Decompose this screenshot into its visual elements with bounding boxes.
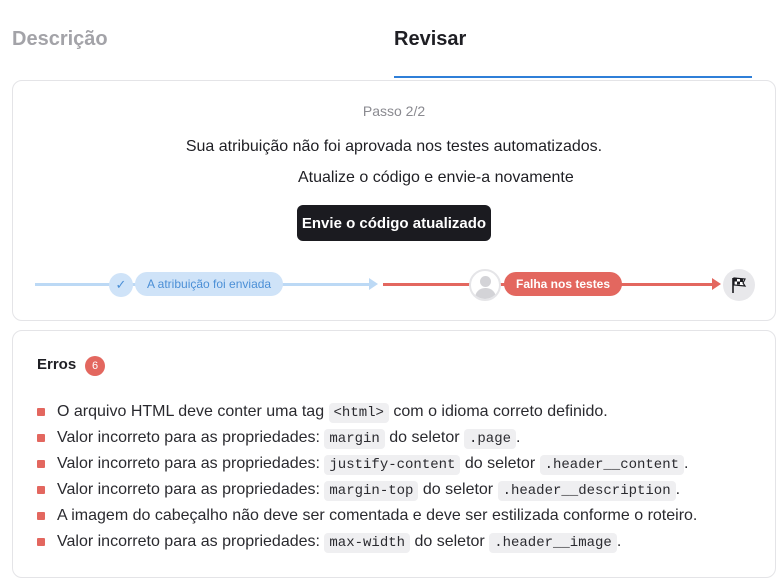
code-snippet: .header__description xyxy=(497,481,676,501)
error-item: O arquivo HTML deve conter uma tag <html… xyxy=(37,402,697,428)
progress-arrow-submitted xyxy=(369,278,378,290)
progress-arrow-failed xyxy=(712,278,721,290)
bullet-icon xyxy=(37,460,45,468)
error-text: Valor incorreto para as propriedades: xyxy=(57,455,325,472)
error-text: Valor incorreto para as propriedades: xyxy=(57,429,325,446)
error-item: A imagem do cabeçalho não deve ser comen… xyxy=(37,506,697,532)
error-list: O arquivo HTML deve conter uma tag <html… xyxy=(37,402,697,558)
error-text: do seletor xyxy=(460,455,540,472)
error-text: . xyxy=(616,533,622,550)
tab-bar: Descrição Revisar xyxy=(0,0,779,80)
submitted-badge: A atribuição foi enviada xyxy=(135,272,284,296)
checkered-flag-icon xyxy=(723,269,755,301)
bullet-icon xyxy=(37,538,45,546)
error-item: Valor incorreto para as propriedades: ma… xyxy=(37,532,697,558)
error-text: A imagem do cabeçalho não deve ser comen… xyxy=(57,507,698,524)
error-text: Valor incorreto para as propriedades: xyxy=(57,481,325,498)
submit-updated-code-button[interactable]: Envie o código atualizado xyxy=(297,205,491,241)
bullet-icon xyxy=(37,434,45,442)
code-snippet: justify-content xyxy=(324,455,461,475)
status-instruction: Atualize o código e envie-a novamente xyxy=(298,169,574,186)
check-icon: ✓ xyxy=(109,273,133,297)
bullet-icon xyxy=(37,408,45,416)
bullet-icon xyxy=(37,512,45,520)
error-text: do seletor xyxy=(418,481,498,498)
failed-tests-badge: Falha nos testes xyxy=(504,272,623,296)
active-tab-indicator xyxy=(394,76,752,78)
code-snippet: .header__image xyxy=(489,533,617,553)
code-snippet: <html> xyxy=(328,403,389,423)
tab-description[interactable]: Descrição xyxy=(12,28,108,51)
error-text: do seletor xyxy=(384,429,464,446)
code-snippet: margin xyxy=(324,429,385,449)
code-snippet: margin-top xyxy=(324,481,419,501)
errors-count-badge: 6 xyxy=(85,356,105,376)
step-indicator: Passo 2/2 xyxy=(362,103,426,119)
review-status-card: Passo 2/2 Sua atribuição não foi aprovad… xyxy=(12,80,776,321)
status-message: Sua atribuição não foi aprovada nos test… xyxy=(185,138,603,155)
errors-card: Erros 6 O arquivo HTML deve conter uma t… xyxy=(12,330,776,578)
error-text: O arquivo HTML deve conter uma tag xyxy=(57,403,329,420)
avatar-icon xyxy=(469,269,501,301)
error-item: Valor incorreto para as propriedades: ju… xyxy=(37,454,697,480)
code-snippet: .page xyxy=(463,429,516,449)
error-text: do seletor xyxy=(410,533,490,550)
error-text: com o idioma correto definido. xyxy=(388,403,608,420)
error-text: Valor incorreto para as propriedades: xyxy=(57,533,325,550)
code-snippet: max-width xyxy=(324,533,411,553)
tab-review[interactable]: Revisar xyxy=(394,28,466,51)
errors-title: Erros xyxy=(37,356,77,373)
error-text: . xyxy=(516,429,521,446)
error-text: . xyxy=(675,481,681,498)
code-snippet: .header__content xyxy=(539,455,685,475)
error-item: Valor incorreto para as propriedades: ma… xyxy=(37,428,697,454)
error-item: Valor incorreto para as propriedades: ma… xyxy=(37,480,697,506)
error-text: . xyxy=(684,455,689,472)
bullet-icon xyxy=(37,486,45,494)
